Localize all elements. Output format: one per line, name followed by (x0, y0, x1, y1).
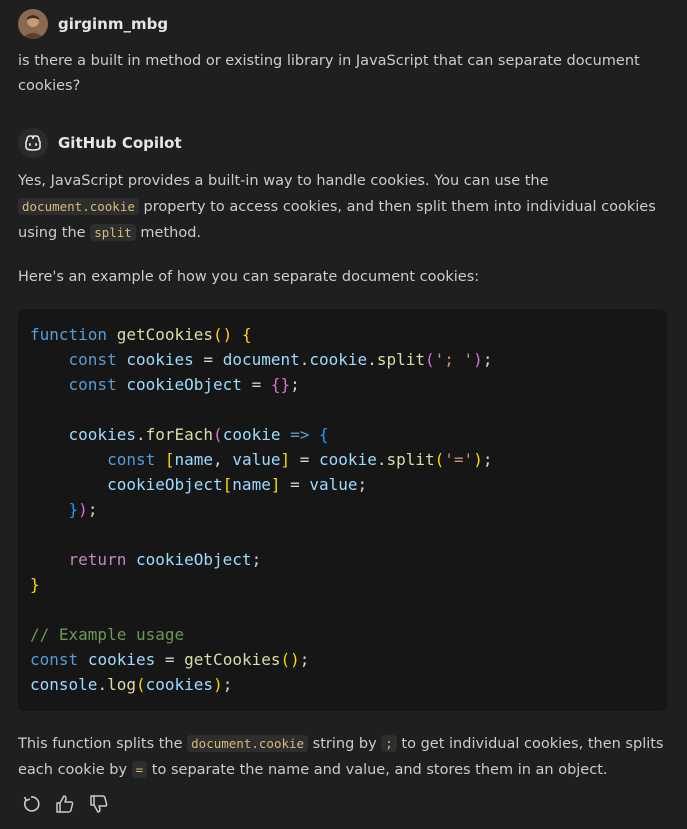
code-line: cookieObject[name] = value; (107, 475, 368, 494)
copilot-icon (25, 135, 41, 151)
code-token: function (30, 325, 108, 344)
code-token: forEach (145, 425, 214, 444)
user-name: girginm_mbg (58, 15, 169, 33)
code-token: cookieObject (107, 475, 223, 494)
code-token: => (290, 425, 310, 444)
assistant-name: GitHub Copilot (58, 134, 182, 152)
code-token: [ (222, 475, 233, 494)
code-token: const (30, 650, 79, 669)
code-token: log (107, 675, 136, 694)
assistant-paragraph-1: Yes, JavaScript provides a built-in way … (18, 168, 673, 246)
assistant-paragraph-2: Here's an example of how you can separat… (18, 269, 480, 285)
code-token: ) (213, 675, 223, 694)
inline-code: document.cookie (18, 198, 139, 215)
regenerate-button[interactable] (20, 793, 42, 815)
user-message: is there a built in method or existing l… (18, 53, 640, 94)
code-line: const [name, value] = cookie.split('='); (107, 450, 493, 469)
code-token: cookies (126, 350, 194, 369)
code-line: } (30, 572, 655, 597)
code-token: name (232, 475, 271, 494)
response-actions (20, 793, 110, 815)
code-line: return cookieObject; (68, 550, 262, 569)
code-line: const cookies = getCookies(); (30, 650, 310, 669)
code-token: cookies (68, 425, 136, 444)
code-token: { (319, 425, 329, 444)
code-block[interactable]: function getCookies() { const cookies = … (18, 309, 667, 711)
code-token: '=' (444, 450, 474, 469)
code-line: console.log(cookies); (30, 675, 233, 694)
code-token: ] (280, 450, 291, 469)
code-token: {} (270, 375, 291, 394)
code-line: const cookieObject = {}; (68, 375, 300, 394)
user-header: girginm_mbg (18, 8, 168, 40)
code-token: const (68, 375, 117, 394)
code-token: ) (78, 500, 88, 519)
copilot-avatar (18, 128, 48, 158)
code-token: cookies (145, 675, 214, 694)
thumbs-down-icon (90, 795, 108, 813)
code-token: const (68, 350, 117, 369)
code-token: ) (473, 350, 483, 369)
code-line: // Example usage (30, 622, 655, 647)
code-token: ( (425, 350, 435, 369)
user-avatar (18, 9, 48, 39)
code-token: cookie (319, 450, 377, 469)
code-line: cookies.forEach(cookie => { (68, 425, 329, 444)
code-token: getCookies (184, 650, 281, 669)
code-token: } (30, 575, 40, 594)
code-token: cookie (222, 425, 281, 444)
code-token: () (213, 325, 233, 344)
code-token: cookieObject (126, 375, 242, 394)
text: method. (135, 225, 202, 241)
text: Yes, JavaScript provides a built-in way … (18, 173, 549, 189)
thumbs-up-icon (56, 795, 74, 813)
code-line: function getCookies() { (30, 322, 655, 347)
inline-code: split (90, 224, 136, 241)
code-token: const (107, 450, 156, 469)
code-line: }); (68, 500, 98, 519)
code-token: '; ' (434, 350, 474, 369)
code-token: ( (434, 450, 445, 469)
code-token: { (241, 325, 252, 344)
thumbs-down-button[interactable] (88, 793, 110, 815)
inline-code: document.cookie (187, 735, 309, 752)
code-token: [ (164, 450, 175, 469)
code-token: name (174, 450, 214, 469)
code-token: ) (473, 450, 483, 469)
code-token: ] (270, 475, 281, 494)
assistant-paragraph-3: This function splits the document.cookie… (18, 731, 673, 783)
code-token: ( (135, 675, 146, 694)
code-token: () (280, 650, 300, 669)
code-token: console (30, 675, 98, 694)
code-token: } (68, 500, 79, 519)
code-token: cookieObject (135, 550, 252, 569)
code-token: document (222, 350, 300, 369)
code-token: // Example usage (30, 625, 185, 644)
code-token: cookie (309, 350, 368, 369)
code-token: ( (213, 425, 223, 444)
inline-code: ; (381, 735, 397, 752)
regenerate-icon (23, 796, 40, 812)
code-token: cookies (87, 650, 156, 669)
code-token: value (232, 450, 281, 469)
code-token: getCookies (116, 325, 214, 344)
inline-code: = (131, 761, 148, 778)
assistant-header: GitHub Copilot (18, 127, 182, 159)
text: string by (308, 736, 382, 752)
text: to separate the name and value, and stor… (147, 762, 608, 778)
code-line: const cookies = document.cookie.split(';… (68, 350, 493, 369)
code-token: split (376, 350, 425, 369)
code-token: return (68, 550, 127, 569)
code-token: value (309, 475, 358, 494)
code-token: split (386, 450, 435, 469)
thumbs-up-button[interactable] (54, 793, 76, 815)
text: This function splits the (18, 736, 188, 752)
